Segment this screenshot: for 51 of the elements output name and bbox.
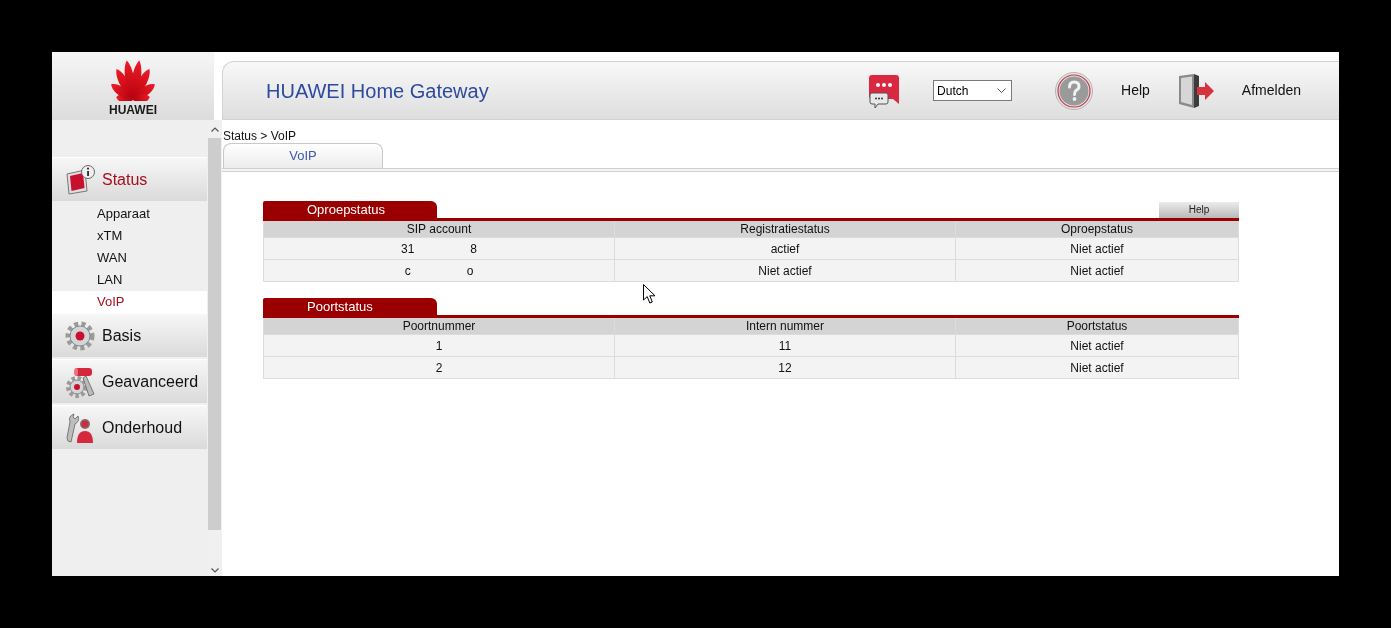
section-heading: Poortstatus xyxy=(263,298,437,315)
mouse-pointer-icon xyxy=(643,284,656,304)
table-cell: Niet actief xyxy=(955,259,1239,282)
gear-icon xyxy=(64,319,96,352)
table-cell: Niet actief xyxy=(955,356,1239,379)
sidebar-item[interactable]: VoIP xyxy=(52,291,207,313)
table-cell: 12 xyxy=(614,356,956,379)
chevron-down-icon[interactable] xyxy=(210,568,219,573)
sidebar-item[interactable]: WAN xyxy=(52,247,207,269)
sidebar-item[interactable]: xTM xyxy=(52,225,207,247)
column-header: Poortnummer xyxy=(263,318,615,335)
scrollbar-thumb[interactable] xyxy=(208,138,221,530)
table-cell: Niet actief xyxy=(614,259,956,282)
help-icon[interactable] xyxy=(1055,71,1094,110)
table-cell: 1 xyxy=(263,334,615,357)
sidebar-item[interactable]: LAN xyxy=(52,269,207,291)
table-cell: Niet actief xyxy=(955,237,1239,260)
gear-cylinder-icon xyxy=(64,365,96,398)
sidebar-section-header[interactable]: Onderhoud xyxy=(52,405,207,449)
chat-bubbles-icon[interactable] xyxy=(868,72,901,109)
chevron-up-icon[interactable] xyxy=(210,127,219,132)
table-cell: actief xyxy=(614,237,956,260)
chevron-down-icon xyxy=(997,88,1007,93)
logout-link[interactable]: Afmelden xyxy=(1241,80,1301,101)
column-header: Poortstatus xyxy=(955,318,1239,335)
sidebar-section-header[interactable]: Status xyxy=(52,157,207,201)
app-title: HUAWEI Home Gateway xyxy=(266,78,490,104)
column-header: SIP account xyxy=(263,221,615,238)
breadcrumb: Status > VoIP xyxy=(223,129,297,143)
sidebar-section-header[interactable]: Geavanceerd xyxy=(52,359,207,403)
sidebar-item[interactable]: Apparaat xyxy=(52,203,207,225)
table-cell: 11 xyxy=(614,334,956,357)
sidebar-section-header[interactable]: Basis xyxy=(52,313,207,357)
monitor-info-icon xyxy=(64,163,96,196)
tab[interactable]: VoIP xyxy=(223,143,383,168)
section-heading: Oproepstatus xyxy=(263,201,437,218)
door-arrow-icon[interactable] xyxy=(1177,73,1215,108)
cell-text: o xyxy=(466,262,474,280)
cell-text: 8 xyxy=(470,240,477,258)
help-link[interactable]: Help xyxy=(1121,80,1150,101)
cell-text: 31 xyxy=(400,240,415,258)
wrench-person-icon xyxy=(64,411,96,444)
logo-text: HUAWEI xyxy=(109,104,157,116)
table-cell: 2 xyxy=(263,356,615,379)
column-header: Intern nummer xyxy=(614,318,956,335)
cell-text: c xyxy=(404,262,411,280)
column-header: Oproepstatus xyxy=(955,221,1239,238)
table-cell: Niet actief xyxy=(955,334,1239,357)
column-header: Registratiestatus xyxy=(614,221,956,238)
help-button[interactable]: Help xyxy=(1159,202,1239,218)
language-select[interactable]: Dutch xyxy=(933,80,1013,101)
